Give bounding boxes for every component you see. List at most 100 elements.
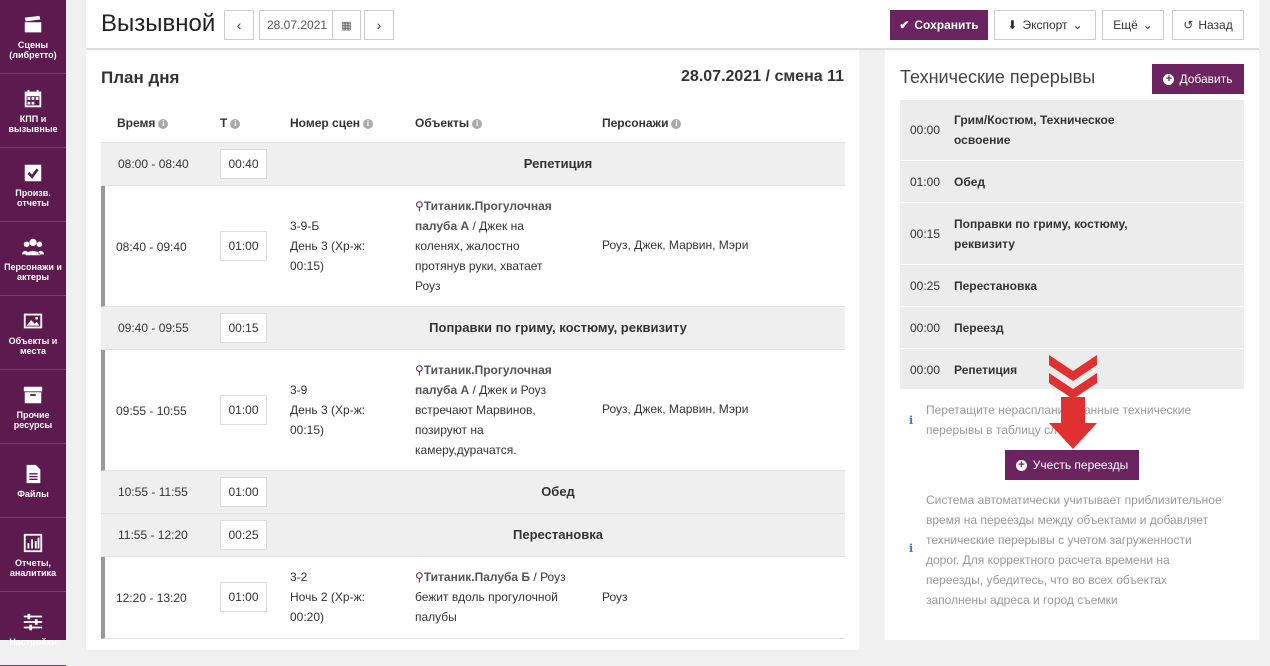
row-time: 08:00 - 08:40: [118, 157, 189, 171]
date-picker[interactable]: 28.07.2021 ▦: [259, 10, 361, 40]
break-title: Поправки по гриму, костюму, реквизиту: [429, 320, 687, 335]
row-time: 09:55 - 10:55: [116, 404, 187, 418]
sidebar-item-files[interactable]: Файлы: [0, 444, 66, 518]
sidebar-item-analytics[interactable]: Отчеты, аналитика: [0, 518, 66, 592]
break-row[interactable]: 08:00 - 08:40 00:40 Репетиция: [101, 143, 845, 186]
break-time: 00:25: [910, 279, 941, 293]
tech-break-item[interactable]: 00:00 Грим/Костюм, Техническое освоение: [900, 100, 1244, 161]
duration-input[interactable]: 00:40: [220, 149, 267, 179]
people-icon: [22, 238, 44, 255]
more-label: Ещё: [1113, 18, 1138, 32]
sidebar-item-label: Сцены (либретто): [9, 39, 57, 60]
table-header: Время i Тi Номер сцен i Объекты i Персонажи…: [101, 104, 845, 143]
break-row[interactable]: 09:40 - 09:55 00:15 Поправки по гриму, к…: [101, 307, 845, 350]
break-row[interactable]: 10:55 - 11:55 01:00 Обед: [101, 471, 845, 514]
object-name[interactable]: Титаник.Палуба Б: [424, 570, 530, 584]
travel-note: Система автоматически учитывает приблизи…: [926, 493, 1222, 607]
duration-input[interactable]: 01:00: [220, 477, 267, 507]
save-label: Сохранить: [914, 18, 979, 32]
break-name: Грим/Костюм, Техническое освоение: [954, 113, 1115, 147]
check-icon: ✔: [899, 18, 910, 32]
scene-id: 3-9: [290, 383, 308, 397]
tech-break-item[interactable]: 00:00 Переезд: [900, 307, 1244, 349]
row-time: 10:55 - 11:55: [118, 485, 188, 499]
chevron-down-icon: ⌄: [1142, 18, 1153, 32]
duration-input[interactable]: 00:25: [220, 520, 267, 550]
scene-row[interactable]: 12:20 - 13:20 01:00 3-2 Ночь 2 (Хр-ж: 00:…: [101, 557, 845, 639]
next-date-button[interactable]: ›: [364, 10, 394, 40]
sidebar-item-objects[interactable]: Объекты и места: [0, 296, 66, 370]
break-time: 00:00: [910, 123, 941, 137]
sidebar-item-scenes[interactable]: Сцены (либретто): [0, 0, 66, 74]
map-pin-icon: ⚲: [415, 570, 424, 584]
sliders-icon: [23, 613, 43, 630]
checkbox-icon: [24, 164, 42, 181]
calendar-icon: [24, 89, 42, 107]
picture-icon: [23, 313, 43, 328]
account-travel-button[interactable]: + Учесть переезды: [1005, 450, 1139, 480]
info-icon[interactable]: i: [472, 118, 483, 129]
break-title: Обед: [541, 484, 575, 499]
export-button[interactable]: ⬇ Экспорт ⌄: [994, 10, 1096, 40]
back-button[interactable]: ↺ Назад: [1172, 10, 1244, 40]
sidebar-item-reports[interactable]: Произв. отчеты: [0, 148, 66, 222]
scene-characters: Роуз, Джек, Марвин, Мэри: [602, 238, 749, 252]
col-t: Тi: [220, 116, 241, 130]
break-row[interactable]: 11:55 - 12:20 00:25 Перестановка: [101, 514, 845, 557]
sidebar-item-callsheets[interactable]: КПП и вызывные: [0, 74, 66, 148]
page-title: Вызывной: [101, 10, 216, 37]
more-button[interactable]: Ещё ⌄: [1102, 10, 1164, 40]
plus-circle-icon: +: [1163, 73, 1175, 85]
plan-date-shift: 28.07.2021 / смена 11: [681, 68, 844, 85]
scene-day: Ночь 2 (Хр-ж: 00:20): [290, 590, 365, 624]
add-break-button[interactable]: + Добавить: [1152, 64, 1244, 94]
sidebar-item-settings[interactable]: Настройки: [0, 592, 66, 666]
scene-object: ⚲Титаник.Прогулочная палуба А / Джек на …: [415, 199, 552, 293]
row-time: 12:20 - 13:20: [116, 591, 187, 605]
archive-icon: [23, 386, 43, 403]
sidebar-item-characters[interactable]: Персонажи и актеры: [0, 222, 66, 296]
clapperboard-icon: [24, 15, 42, 32]
col-characters: Персонажи i: [602, 116, 682, 130]
break-title: Репетиция: [523, 156, 593, 171]
file-icon: [26, 464, 41, 483]
duration-input[interactable]: 01:00: [220, 395, 267, 425]
scene-characters: Роуз: [602, 590, 628, 604]
down-arrow-icon: [1049, 355, 1097, 449]
scene-object: ⚲Титаник.Палуба Б / Роуз бежит вдоль про…: [415, 570, 566, 624]
scene-day: День 3 (Хр-ж: 00:15): [290, 403, 366, 437]
col-t-label: Т: [220, 116, 228, 130]
tech-break-item[interactable]: 00:15 Поправки по гриму, костюму, реквизи…: [900, 203, 1244, 265]
sidebar-item-label: Объекты и места: [8, 335, 58, 356]
info-icon[interactable]: i: [230, 118, 241, 129]
break-name: Переезд: [954, 321, 1004, 335]
scene-row[interactable]: 09:55 - 10:55 01:00 3-9 День 3 (Хр-ж: 00:…: [101, 350, 845, 471]
scene-row[interactable]: 08:40 - 09:40 01:00 3-9-Б День 3 (Хр-ж: 0…: [101, 186, 845, 307]
day-plan-panel: План дня 28.07.2021 / смена 11 Время i Тi…: [86, 50, 859, 650]
back-label: Назад: [1198, 18, 1233, 32]
bar-chart-icon: [23, 533, 43, 552]
travel-label: Учесть переезды: [1032, 458, 1129, 472]
duration-input[interactable]: 01:00: [220, 582, 267, 612]
info-icon[interactable]: i: [363, 118, 374, 129]
undo-icon: ↺: [1183, 18, 1194, 32]
tech-break-item[interactable]: 01:00 Обед: [900, 161, 1244, 203]
save-button[interactable]: ✔ Сохранить: [890, 10, 988, 40]
calendar-icon[interactable]: ▦: [332, 11, 360, 39]
sidebar-item-label: КПП и вызывные: [8, 113, 58, 134]
prev-date-button[interactable]: ‹: [224, 10, 254, 40]
map-pin-icon: ⚲: [415, 199, 424, 213]
tech-break-item[interactable]: 00:25 Перестановка: [900, 265, 1244, 307]
scene-number: 3-2 Ночь 2 (Хр-ж: 00:20): [290, 567, 380, 627]
duration-input[interactable]: 01:00: [220, 231, 267, 261]
col-objects-label: Объекты: [415, 116, 470, 130]
chevron-down-icon: ⌄: [1072, 18, 1083, 32]
duration-input[interactable]: 00:15: [220, 313, 267, 343]
col-characters-label: Персонажи: [602, 116, 669, 130]
sidebar: Сцены (либретто) КПП и вызывные Произв. …: [0, 0, 66, 666]
sidebar-item-label: Настройки: [9, 636, 57, 647]
sidebar-item-resources[interactable]: Прочие ресурсы: [0, 370, 66, 444]
map-pin-icon: ⚲: [415, 363, 424, 377]
info-icon[interactable]: i: [158, 118, 169, 129]
info-icon[interactable]: i: [671, 118, 682, 129]
